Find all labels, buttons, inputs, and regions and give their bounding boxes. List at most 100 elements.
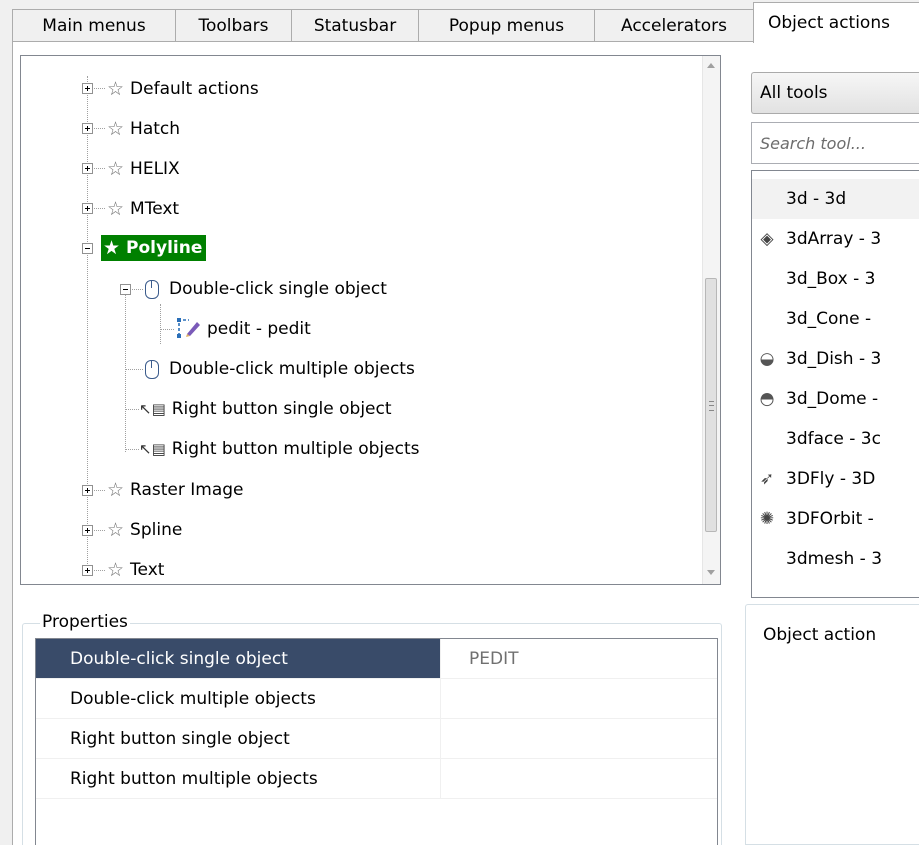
tree-item-text[interactable]: ☆ Text bbox=[107, 553, 165, 584]
tool-label: 3dface - 3c bbox=[786, 429, 881, 449]
tree-item-raster-image[interactable]: ☆ Raster Image bbox=[107, 473, 244, 507]
tool-label: 3d_Cone - bbox=[786, 309, 872, 329]
tool-item[interactable]: ➶ 3DFly - 3D bbox=[752, 459, 919, 499]
tree-scrollbar[interactable] bbox=[702, 56, 720, 584]
tree-item-label: Double-click multiple objects bbox=[169, 359, 415, 379]
star-filled-icon: ★ bbox=[103, 237, 121, 259]
star-outline-icon: ☆ bbox=[107, 78, 125, 100]
property-value[interactable] bbox=[441, 719, 717, 758]
expand-icon[interactable] bbox=[82, 485, 93, 496]
scroll-down-icon[interactable] bbox=[707, 570, 715, 575]
tool-item[interactable]: ✺ 3DFOrbit - bbox=[752, 499, 919, 539]
tree-item-hatch[interactable]: ☆ Hatch bbox=[107, 112, 180, 146]
properties-title: Properties bbox=[40, 610, 130, 634]
cursor-menu-icon: ↖▤ bbox=[139, 440, 166, 458]
tree-item-label: Double-click single object bbox=[169, 279, 387, 299]
tab-statusbar[interactable]: Statusbar bbox=[291, 9, 419, 41]
tab-label: Object actions bbox=[768, 13, 890, 33]
grip-icon bbox=[709, 401, 714, 411]
tool-search-input[interactable]: Search tool... bbox=[751, 122, 919, 164]
tool-label: 3DFly - 3D bbox=[786, 469, 876, 489]
expand-icon[interactable] bbox=[82, 83, 93, 94]
tool-item[interactable]: 3dmesh - 3 bbox=[752, 539, 919, 579]
star-outline-icon: ☆ bbox=[107, 158, 125, 180]
tree-item-right-button-multiple[interactable]: ↖▤ Right button multiple objects bbox=[139, 432, 419, 466]
tree-item-label: MText bbox=[130, 199, 180, 219]
tab-label: Toolbars bbox=[198, 15, 269, 36]
star-outline-icon: ☆ bbox=[107, 559, 125, 581]
property-row[interactable]: Double-click multiple objects bbox=[36, 679, 717, 719]
dish-icon: ◒ bbox=[759, 349, 775, 369]
tool-label: 3dmesh - 3 bbox=[786, 549, 883, 569]
tree-item-mtext[interactable]: ☆ MText bbox=[107, 192, 179, 226]
star-outline-icon: ☆ bbox=[107, 519, 125, 541]
tool-item[interactable]: ◒ 3d_Dish - 3 bbox=[752, 339, 919, 379]
tree-item-double-click-multiple[interactable]: Double-click multiple objects bbox=[145, 352, 415, 386]
expand-icon[interactable] bbox=[82, 525, 93, 536]
tab-label: Main menus bbox=[42, 15, 146, 36]
tool-label: 3dArray - 3 bbox=[786, 229, 882, 249]
tree-connector bbox=[160, 304, 161, 344]
collapse-icon[interactable] bbox=[82, 243, 93, 254]
scrollbar-thumb[interactable] bbox=[705, 278, 717, 532]
tab-main-menus[interactable]: Main menus bbox=[12, 9, 176, 41]
tree-item-polyline[interactable]: ★ Polyline bbox=[101, 231, 207, 265]
expand-icon[interactable] bbox=[82, 565, 93, 576]
pedit-icon bbox=[177, 316, 201, 343]
property-value[interactable] bbox=[441, 679, 717, 718]
tool-item[interactable]: 3d_Cone - bbox=[752, 299, 919, 339]
tool-label: 3d - 3d bbox=[786, 189, 847, 209]
tool-list[interactable]: 3d - 3d ◈ 3dArray - 3 3d_Box - 3 3d_Cone … bbox=[751, 170, 919, 598]
tool-item[interactable]: 3dface - 3c bbox=[752, 419, 919, 459]
tree-item-label: Spline bbox=[130, 520, 183, 540]
property-row[interactable]: Right button single object bbox=[36, 719, 717, 759]
tree-item-default-actions[interactable]: ☆ Default actions bbox=[107, 72, 259, 106]
property-value[interactable]: PEDIT bbox=[441, 639, 717, 678]
tree-item-right-button-single[interactable]: ↖▤ Right button single object bbox=[139, 392, 392, 426]
tool-item[interactable]: ◓ 3d_Dome - bbox=[752, 379, 919, 419]
tree-item-label: Text bbox=[130, 560, 165, 580]
tab-toolbars[interactable]: Toolbars bbox=[175, 9, 292, 41]
property-name: Right button multiple objects bbox=[36, 759, 441, 798]
properties-grid[interactable]: Double-click single object PEDIT Double-… bbox=[35, 638, 718, 845]
tab-popup-menus[interactable]: Popup menus bbox=[418, 9, 595, 41]
expand-icon[interactable] bbox=[82, 163, 93, 174]
star-outline-icon: ☆ bbox=[107, 118, 125, 140]
tree-item-label: Polyline bbox=[126, 238, 203, 258]
tab-object-actions[interactable]: Object actions bbox=[753, 2, 919, 43]
property-value[interactable] bbox=[441, 759, 717, 798]
tool-item[interactable]: 3d - 3d bbox=[752, 179, 919, 219]
tab-accelerators[interactable]: Accelerators bbox=[594, 9, 754, 41]
tree-connector bbox=[125, 292, 126, 452]
object-actions-tree[interactable]: ☆ Default actions ☆ Hatch ☆ HELIX ☆ MText ★ P… bbox=[20, 55, 721, 585]
tool-label: 3d_Dome - bbox=[786, 389, 879, 409]
star-outline-icon: ☆ bbox=[107, 479, 125, 501]
expand-icon[interactable] bbox=[82, 203, 93, 214]
tree-item-label: HELIX bbox=[130, 159, 180, 179]
expand-icon[interactable] bbox=[82, 123, 93, 134]
tool-filter-value: All tools bbox=[760, 83, 828, 103]
tree-item-label: Default actions bbox=[130, 79, 259, 99]
tool-item[interactable]: 3d_Box - 3 bbox=[752, 259, 919, 299]
tree-item-label: Hatch bbox=[130, 119, 181, 139]
property-row[interactable]: Right button multiple objects bbox=[36, 759, 717, 799]
dome-icon: ◓ bbox=[759, 389, 775, 409]
collapse-icon[interactable] bbox=[120, 284, 131, 295]
tool-item[interactable]: ◈ 3dArray - 3 bbox=[752, 219, 919, 259]
tree-item-pedit[interactable]: pedit - pedit bbox=[177, 312, 311, 346]
object-action-panel: Object action bbox=[745, 604, 919, 845]
tree-connector bbox=[160, 329, 174, 330]
object-action-label: Object action bbox=[763, 625, 877, 645]
tree-item-helix[interactable]: ☆ HELIX bbox=[107, 152, 180, 186]
tool-filter-select[interactable]: All tools bbox=[751, 72, 919, 114]
scroll-up-icon[interactable] bbox=[707, 63, 715, 68]
search-placeholder: Search tool... bbox=[760, 133, 866, 153]
cursor-menu-icon: ↖▤ bbox=[139, 400, 166, 418]
tree-item-spline[interactable]: ☆ Spline bbox=[107, 513, 182, 547]
orbit-icon: ✺ bbox=[759, 509, 775, 529]
tree-item-label: Right button single object bbox=[171, 399, 392, 419]
star-outline-icon: ☆ bbox=[107, 198, 125, 220]
tree-item-double-click-single[interactable]: Double-click single object bbox=[145, 272, 387, 306]
property-row[interactable]: Double-click single object PEDIT bbox=[36, 639, 717, 679]
property-name: Double-click multiple objects bbox=[36, 679, 441, 718]
